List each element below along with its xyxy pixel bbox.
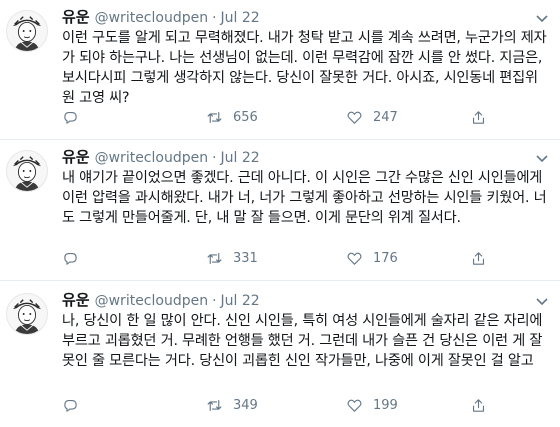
tweet-date[interactable]: Jul 22	[221, 150, 260, 166]
tweet-header: 유운 @writecloudpen · Jul 22	[62, 291, 260, 310]
separator-dot: ·	[212, 293, 217, 309]
display-name[interactable]: 유운	[62, 8, 90, 26]
tweet-header: 유운 @writecloudpen · Jul 22	[62, 148, 260, 167]
divider	[0, 139, 560, 140]
separator-dot: ·	[212, 150, 217, 166]
avatar[interactable]	[6, 293, 48, 335]
avatar-illustration-icon	[7, 151, 47, 191]
reply-button[interactable]	[62, 109, 79, 126]
display-name[interactable]: 유운	[62, 291, 90, 309]
retweet-count: 331	[233, 251, 258, 266]
chevron-down-icon[interactable]	[534, 293, 550, 309]
heart-icon	[347, 399, 362, 412]
tweet-actions: 331 176	[62, 250, 485, 270]
tweet-actions: 349 199	[62, 397, 485, 417]
share-icon	[472, 111, 485, 124]
reply-button[interactable]	[62, 250, 79, 267]
retweet-icon	[207, 111, 222, 124]
reply-icon	[64, 111, 77, 124]
tweet-date[interactable]: Jul 22	[221, 10, 260, 26]
separator-dot: ·	[212, 10, 217, 26]
tweet-actions: 656 247	[62, 109, 485, 129]
like-button[interactable]: 199	[346, 397, 398, 414]
divider	[0, 280, 560, 281]
reply-icon	[64, 252, 77, 265]
like-count: 247	[373, 110, 398, 125]
heart-icon	[347, 111, 362, 124]
chevron-down-icon[interactable]	[534, 150, 550, 166]
like-count: 199	[373, 398, 398, 413]
avatar-illustration-icon	[7, 11, 47, 51]
share-button[interactable]	[470, 109, 487, 126]
like-count: 176	[373, 251, 398, 266]
tweet-text: 내 얘기가 끝이었으면 좋겠다. 근데 아니다. 이 시인은 그간 수많은 신인…	[62, 170, 547, 226]
user-handle[interactable]: @writecloudpen	[95, 150, 208, 166]
chevron-down-icon[interactable]	[534, 10, 550, 26]
retweet-count: 349	[233, 398, 258, 413]
tweet-text: 이런 구도를 알게 되고 무력해졌다. 내가 청탁 받고 시를 계속 쓰려면, …	[62, 30, 547, 106]
share-button[interactable]	[470, 397, 487, 414]
retweet-count: 656	[233, 110, 258, 125]
retweet-icon	[207, 399, 222, 412]
share-button[interactable]	[470, 250, 487, 267]
retweet-button[interactable]: 349	[206, 397, 258, 414]
heart-icon	[347, 252, 362, 265]
avatar[interactable]	[6, 10, 48, 52]
avatar[interactable]	[6, 150, 48, 192]
display-name[interactable]: 유운	[62, 148, 90, 166]
retweet-button[interactable]: 656	[206, 109, 258, 126]
tweet-text: 나, 당신이 한 일 많이 안다. 신인 시인들, 특히 여성 시인들에게 술자…	[62, 313, 543, 369]
retweet-button[interactable]: 331	[206, 250, 258, 267]
reply-button[interactable]	[62, 397, 79, 414]
share-icon	[472, 399, 485, 412]
like-button[interactable]: 247	[346, 109, 398, 126]
retweet-icon	[207, 252, 222, 265]
user-handle[interactable]: @writecloudpen	[95, 293, 208, 309]
avatar-illustration-icon	[7, 294, 47, 334]
tweet-date[interactable]: Jul 22	[221, 293, 260, 309]
share-icon	[472, 252, 485, 265]
tweet-header: 유운 @writecloudpen · Jul 22	[62, 8, 260, 27]
reply-icon	[64, 399, 77, 412]
user-handle[interactable]: @writecloudpen	[95, 10, 208, 26]
like-button[interactable]: 176	[346, 250, 398, 267]
